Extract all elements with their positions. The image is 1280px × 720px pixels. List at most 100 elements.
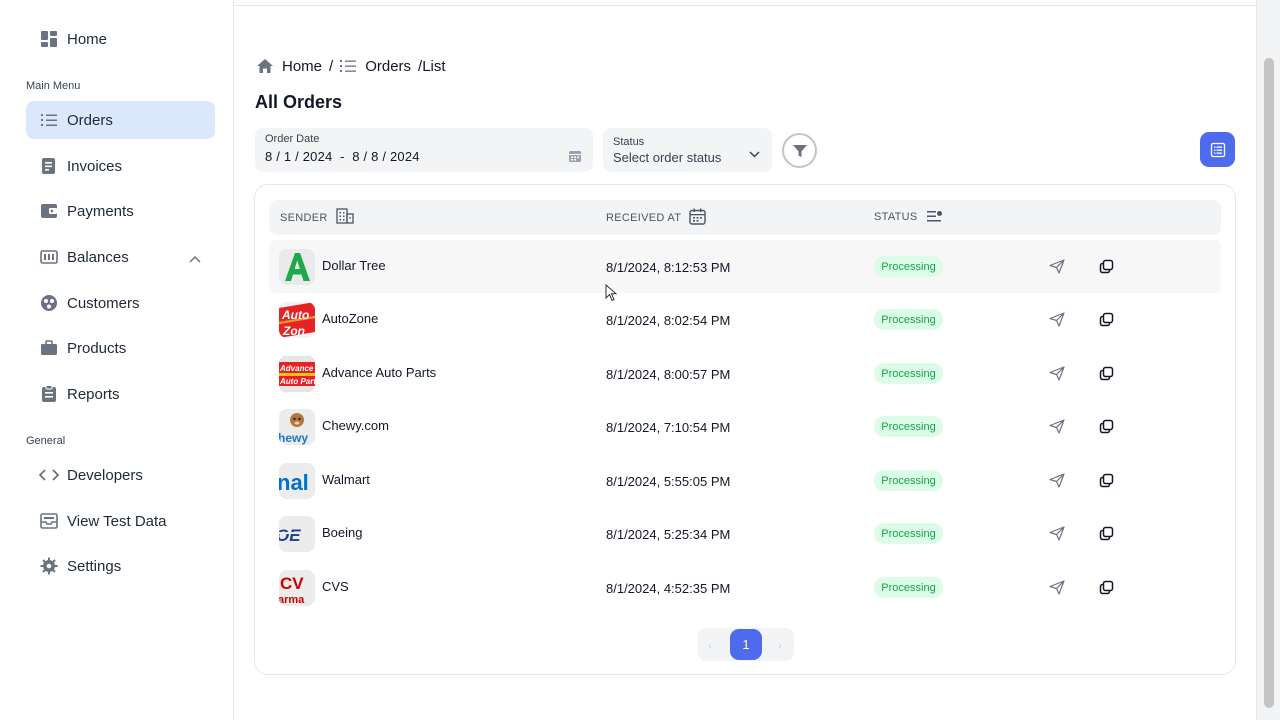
clipboard-icon <box>39 384 59 404</box>
copy-icon[interactable] <box>1099 312 1114 332</box>
send-icon[interactable] <box>1049 312 1065 332</box>
sidebar-item-label: Invoices <box>67 157 123 175</box>
sidebar-item-products[interactable]: Products <box>26 329 215 367</box>
chevron-up-icon[interactable] <box>189 250 201 268</box>
svg-text:Auto Parts: Auto Parts <box>279 377 315 386</box>
table-row[interactable]: Dollar Tree 8/1/2024, 8:12:53 PM Process… <box>269 240 1221 293</box>
copy-icon[interactable] <box>1099 526 1114 546</box>
sidebar-item-label: Home <box>67 30 108 48</box>
svg-text:CV: CV <box>280 574 304 593</box>
copy-icon[interactable] <box>1099 580 1114 600</box>
copy-icon[interactable] <box>1099 419 1114 439</box>
status-badge: Processing <box>874 470 943 491</box>
inbox-icon <box>39 511 59 531</box>
calendar-icon[interactable] <box>568 149 582 168</box>
table-row[interactable]: OE Boeing 8/1/2024, 5:25:34 PM Processin… <box>269 507 1221 560</box>
chewy-logo: hewy <box>279 409 315 445</box>
sender-name: Dollar Tree <box>322 258 386 273</box>
svg-text:Advance: Advance <box>279 364 314 373</box>
section-label-general: General <box>26 435 66 447</box>
page-title: All Orders <box>255 92 343 112</box>
next-page-button[interactable]: › <box>778 638 782 652</box>
status-select[interactable]: Status Select order status <box>603 128 772 172</box>
table-row[interactable]: nal Walmart 8/1/2024, 5:55:05 PM Process… <box>269 454 1221 507</box>
sidebar-item-label: Orders <box>67 111 113 129</box>
sidebar-item-label: Settings <box>67 557 122 575</box>
status-badge: Processing <box>874 309 943 330</box>
status-badge: Processing <box>874 523 943 544</box>
breadcrumb-list: /List <box>418 57 446 75</box>
sender-name: AutoZone <box>322 311 379 326</box>
column-header-status[interactable]: STATUS <box>874 210 943 223</box>
building-icon <box>336 208 354 224</box>
home-icon[interactable] <box>256 58 274 74</box>
table-row[interactable]: Advance Auto Parts Advance Auto Parts 8/1… <box>269 347 1221 400</box>
send-icon[interactable] <box>1049 473 1065 493</box>
order-date-filter[interactable]: Order Date 8 / 1 / 2024 - 8 / 8 / 2024 <box>255 128 593 172</box>
gear-icon <box>39 556 59 576</box>
column-header-sender[interactable]: SENDER <box>280 208 354 224</box>
sidebar-item-developers[interactable]: Developers <box>26 456 215 494</box>
table-row[interactable]: Auto Zon AutoZone 8/1/2024, 8:02:54 PM Pr… <box>269 293 1221 346</box>
dashboard-icon <box>39 29 59 49</box>
send-icon[interactable] <box>1049 580 1065 600</box>
filter-icon <box>792 143 808 159</box>
export-button[interactable] <box>1200 132 1235 167</box>
sidebar-item-payments[interactable]: Payments <box>26 192 215 230</box>
scrollbar-thumb[interactable] <box>1264 58 1274 708</box>
received-at: 8/1/2024, 5:25:34 PM <box>606 527 731 542</box>
send-icon[interactable] <box>1049 526 1065 546</box>
svg-text:Auto: Auto <box>281 308 309 322</box>
table-row[interactable]: CV arma CVS 8/1/2024, 4:52:35 PM Processi… <box>269 561 1221 614</box>
scrollbar[interactable] <box>1256 0 1280 720</box>
sidebar-item-label: Reports <box>67 385 120 403</box>
status-badge: Processing <box>874 256 943 277</box>
section-label-main-menu: Main Menu <box>26 80 81 92</box>
order-date-label: Order Date <box>265 133 320 145</box>
advance-auto-parts-logo: Advance Auto Parts <box>279 356 315 392</box>
sidebar-item-home[interactable]: Home <box>26 20 215 58</box>
table-row[interactable]: hewy Chewy.com 8/1/2024, 7:10:54 PM Proc… <box>269 400 1221 453</box>
sidebar-item-label: Products <box>67 339 127 357</box>
received-at: 8/1/2024, 8:12:53 PM <box>606 260 731 275</box>
sidebar: Home Main Menu Orders Invoices Payments … <box>0 0 234 720</box>
breadcrumb-separator: / <box>329 57 334 75</box>
svg-text:hewy: hewy <box>279 431 308 445</box>
page-1-button[interactable]: 1 <box>730 629 762 660</box>
order-date-range-input[interactable]: 8 / 1 / 2024 - 8 / 8 / 2024 <box>265 149 420 164</box>
sidebar-item-settings[interactable]: Settings <box>26 547 215 585</box>
sidebar-item-balances[interactable]: Balances <box>26 238 215 276</box>
sidebar-item-orders[interactable]: Orders <box>26 101 215 139</box>
list-icon <box>339 58 357 74</box>
column-header-label: RECEIVED AT <box>606 212 682 224</box>
sender-name: Chewy.com <box>322 418 389 433</box>
received-at: 8/1/2024, 8:02:54 PM <box>606 313 731 328</box>
received-at: 8/1/2024, 5:55:05 PM <box>606 474 731 489</box>
previous-page-button[interactable]: ‹ <box>708 638 712 652</box>
status-badge: Processing <box>874 577 943 598</box>
copy-icon[interactable] <box>1099 473 1114 493</box>
breadcrumb-home[interactable]: Home <box>282 58 322 75</box>
svg-text:nal: nal <box>279 470 309 495</box>
boeing-logo: OE <box>279 516 315 552</box>
svg-text:arma: arma <box>279 594 305 606</box>
briefcase-icon <box>39 338 59 358</box>
send-icon[interactable] <box>1049 419 1065 439</box>
invoice-icon <box>39 156 59 176</box>
sidebar-item-view-test-data[interactable]: View Test Data <box>26 502 215 540</box>
received-at: 8/1/2024, 7:10:54 PM <box>606 420 731 435</box>
send-icon[interactable] <box>1049 366 1065 386</box>
status-badge: Processing <box>874 363 943 384</box>
sidebar-item-customers[interactable]: Customers <box>26 284 215 322</box>
copy-icon[interactable] <box>1099 259 1114 279</box>
sender-name: Advance Auto Parts <box>322 365 437 380</box>
sidebar-item-invoices[interactable]: Invoices <box>26 147 215 185</box>
dollar-tree-logo <box>279 249 315 285</box>
filter-button[interactable] <box>782 133 817 168</box>
column-header-received[interactable]: RECEIVED AT <box>606 208 706 225</box>
sidebar-item-reports[interactable]: Reports <box>26 375 215 413</box>
breadcrumb-orders[interactable]: Orders <box>365 58 411 75</box>
send-icon[interactable] <box>1049 259 1065 279</box>
breadcrumb: Home / Orders /List <box>256 56 446 76</box>
copy-icon[interactable] <box>1099 366 1114 386</box>
